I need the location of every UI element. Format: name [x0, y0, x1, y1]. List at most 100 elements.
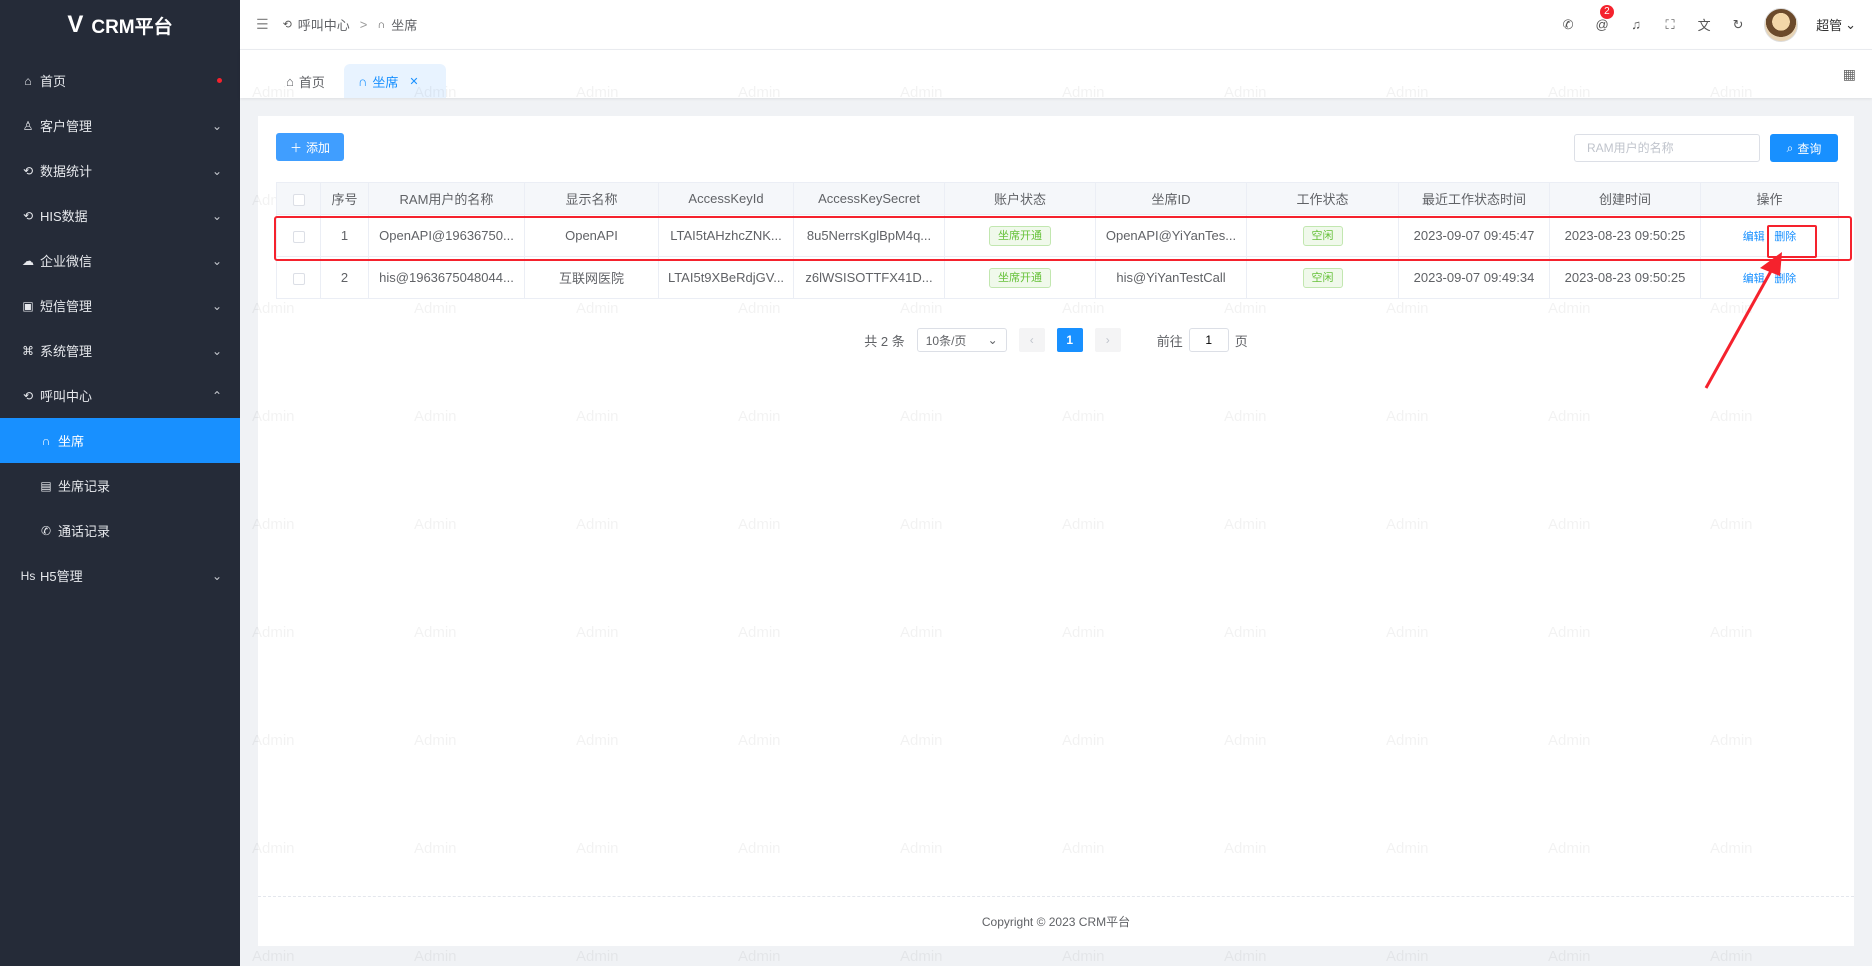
app-title: CRM平台 — [91, 16, 173, 38]
bell-icon[interactable]: ♫ — [1628, 17, 1644, 32]
prev-page-button[interactable]: ‹ — [1018, 328, 1045, 352]
watermark-text: Admin — [1386, 408, 1429, 425]
clipboard-icon: ▤ — [40, 478, 52, 493]
watermark-text: Admin — [1548, 732, 1591, 749]
watermark-text: Admin — [414, 516, 457, 533]
sidebar-item-sms[interactable]: ▣ 短信管理 ⌄ — [0, 283, 240, 328]
delete-button[interactable]: 删除 — [1774, 231, 1796, 243]
at-icon[interactable]: @2 — [1594, 5, 1614, 32]
goto-page-input[interactable] — [1188, 328, 1229, 352]
add-button[interactable]: ＋ 添加 — [276, 133, 344, 161]
seats-table: 序号 RAM用户的名称 显示名称 AccessKeyId AccessKeySe… — [276, 182, 1839, 299]
chevron-down-icon: ⌄ — [987, 333, 998, 347]
row-checkbox[interactable] — [292, 272, 305, 285]
watermark-text: Admin — [900, 624, 943, 641]
tab-home[interactable]: ⌂ 首页 — [272, 64, 339, 98]
page-number-current[interactable]: 1 — [1056, 328, 1083, 352]
sidebar-item-system[interactable]: ⌘ 系统管理 ⌄ — [0, 328, 240, 373]
select-all-checkbox[interactable] — [292, 193, 305, 206]
watermark-text: Admin — [1386, 516, 1429, 533]
query-button[interactable]: ⌕ 查询 — [1770, 134, 1838, 162]
phone-icon[interactable]: ✆ — [1560, 17, 1576, 33]
page-size-select[interactable]: 10条/页 ⌄ — [916, 328, 1007, 352]
watermark-text: Admin — [1062, 732, 1105, 749]
sidebar-item-seats[interactable]: ∩ 坐席 — [0, 418, 240, 463]
row-checkbox[interactable] — [292, 230, 305, 243]
select-all-cell — [276, 182, 321, 215]
sidebar-item-call-center[interactable]: ⟲ 呼叫中心 ⌃ — [0, 373, 240, 418]
sidebar-item-seat-records[interactable]: ▤ 坐席记录 — [0, 463, 240, 508]
column-header: 操作 — [1700, 182, 1839, 215]
sidebar-item-customers[interactable]: ♙ 客户管理 ⌄ — [0, 103, 240, 148]
watermark-text: Admin — [738, 516, 781, 533]
delete-button[interactable]: 删除 — [1774, 273, 1796, 285]
sidebar-item-call-records[interactable]: ✆ 通话记录 — [0, 508, 240, 553]
table-row: 2 his@1963675048044... 互联网医院 LTAI5t9XBeR… — [276, 256, 1839, 299]
watermark-text: Admin — [576, 732, 619, 749]
watermark-text: Admin — [1710, 948, 1753, 965]
sidebar-item-wecom[interactable]: ☁ 企业微信 ⌄ — [0, 238, 240, 283]
page-jump: 前往 页 — [1157, 328, 1248, 352]
tab-seats[interactable]: ∩ 坐席 ✕ — [344, 64, 446, 98]
watermark-text: Admin — [252, 516, 295, 533]
sidebar-item-statistics[interactable]: ⟲ 数据统计 ⌄ — [0, 148, 240, 193]
table-row: 1 OpenAPI@19636750... OpenAPI LTAI5tAHzh… — [276, 214, 1839, 257]
sidebar: V CRM平台 ⌂ 首页 ♙ 客户管理 ⌄ ⟲ 数据统计 ⌄ ⟲ HIS数据 ⌄… — [0, 0, 240, 966]
chevron-down-icon: ⌄ — [211, 208, 222, 223]
search-input[interactable] — [1574, 134, 1760, 162]
column-header: RAM用户的名称 — [368, 182, 525, 215]
sidebar-item-label: 短信管理 — [40, 299, 93, 314]
watermark-text: Admin — [1062, 408, 1105, 425]
top-header: ☰ ⟲ 呼叫中心 > ∩ 坐席 ✆ @2 ♫ ⛶ 文 ↻ 超管 ⌄ — [240, 0, 1872, 50]
sidebar-item-home[interactable]: ⌂ 首页 — [0, 58, 240, 103]
cell-created-at: 2023-08-23 09:50:25 — [1549, 256, 1701, 299]
tabs-bar: ⌂ 首页 ∩ 坐席 ✕ ▦ — [240, 50, 1872, 98]
sidebar-item-label: HIS数据 — [40, 209, 88, 224]
cell-work-status: 空闲 — [1246, 256, 1399, 299]
fullscreen-icon[interactable]: ⛶ — [1662, 17, 1678, 33]
breadcrumb-item-call-center[interactable]: 呼叫中心 — [298, 15, 350, 34]
close-icon[interactable]: ✕ — [409, 75, 418, 88]
watermark-text: Admin — [1548, 948, 1591, 965]
breadcrumb: ⟲ 呼叫中心 > ∩ 坐席 — [283, 15, 418, 34]
goto-suffix: 页 — [1234, 333, 1248, 349]
sync-icon: ⟲ — [22, 163, 34, 178]
translate-icon[interactable]: 文 — [1696, 15, 1712, 34]
watermark-text: Admin — [900, 408, 943, 425]
sidebar-item-his-data[interactable]: ⟲ HIS数据 ⌄ — [0, 193, 240, 238]
row-select-cell — [276, 214, 321, 257]
edit-button[interactable]: 编辑 — [1743, 231, 1765, 243]
watermark-text: Admin — [576, 624, 619, 641]
avatar[interactable] — [1764, 7, 1799, 42]
cell-last-status-time: 2023-09-07 09:45:47 — [1398, 214, 1550, 257]
status-badge: 坐席开通 — [989, 267, 1051, 288]
next-page-button[interactable]: › — [1094, 328, 1121, 352]
watermark-text: Admin — [1062, 300, 1105, 317]
sidebar-item-h5[interactable]: Hs H5管理 ⌄ — [0, 553, 240, 598]
breadcrumb-item-seats: 坐席 — [391, 18, 418, 33]
menu-collapse-icon[interactable]: ☰ — [256, 16, 269, 33]
chevron-down-icon: ⌄ — [1845, 16, 1856, 32]
watermark-text: Admin — [414, 408, 457, 425]
watermark-text: Admin — [1548, 408, 1591, 425]
pagination: 共 2 条 10条/页 ⌄ ‹ 1 › 前往 页 — [258, 328, 1854, 352]
grid-menu-icon[interactable]: ▦ — [1843, 66, 1856, 83]
sidebar-item-label: 坐席 — [58, 434, 85, 449]
cell-access-key-secret: 8u5NerrsKglBpM4q... — [793, 214, 945, 257]
user-name: 超管 — [1816, 18, 1843, 33]
watermark-text: Admin — [1386, 300, 1429, 317]
command-icon: ⌘ — [22, 343, 34, 358]
main-card: Admin Admin Admin Admin Admin Admin Admin Admin… — [252, 84, 1854, 965]
user-menu[interactable]: 超管 ⌄ — [1816, 15, 1856, 34]
cell-account-status: 坐席开通 — [944, 256, 1096, 299]
watermark-text: Admin — [1710, 624, 1753, 641]
watermark-text: Admin — [1386, 732, 1429, 749]
sidebar-item-label: 坐席记录 — [58, 479, 111, 494]
app-logo[interactable]: V CRM平台 — [0, 0, 240, 50]
watermark-text: Admin — [252, 732, 295, 749]
watermark-text: Admin — [738, 300, 781, 317]
edit-button[interactable]: 编辑 — [1743, 273, 1765, 285]
column-header: 显示名称 — [524, 182, 659, 215]
watermark-text: Admin — [900, 840, 943, 857]
refresh-icon[interactable]: ↻ — [1730, 17, 1746, 33]
